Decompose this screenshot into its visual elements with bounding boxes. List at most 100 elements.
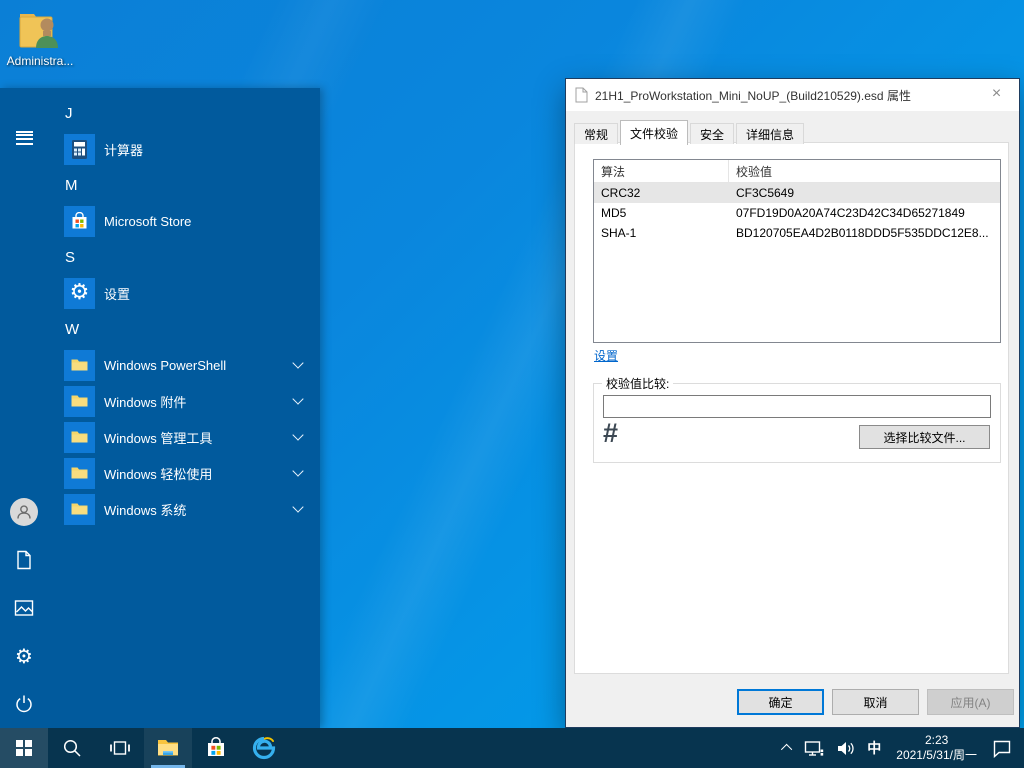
chevron-down-icon[interactable] bbox=[292, 465, 303, 476]
gear-tile-icon: ⚙ bbox=[64, 278, 95, 309]
windows-logo-icon bbox=[16, 740, 32, 756]
store-tile-icon bbox=[64, 206, 95, 237]
ok-button[interactable]: 确定 bbox=[737, 689, 824, 715]
section-letter-S[interactable]: S bbox=[48, 239, 320, 275]
store-taskbar-button[interactable] bbox=[192, 728, 240, 768]
start-item-windows-admin-tools[interactable]: Windows 管理工具 bbox=[48, 419, 320, 455]
apply-button[interactable]: 应用(A) bbox=[927, 689, 1014, 715]
taskbar-search-button[interactable] bbox=[48, 728, 96, 768]
taskbar: 中 2:23 2021/5/31/周一 bbox=[0, 728, 1024, 768]
tab-general[interactable]: 常规 bbox=[574, 123, 618, 144]
start-item-label: Windows PowerShell bbox=[104, 358, 226, 373]
system-tray: 中 2:23 2021/5/31/周一 bbox=[778, 728, 1024, 768]
user-account-button[interactable] bbox=[0, 488, 48, 536]
start-item-label: Windows 系统 bbox=[104, 500, 186, 519]
table-row-crc32[interactable]: CRC32 CF3C5649 bbox=[594, 183, 1000, 203]
start-item-label: 设置 bbox=[104, 284, 130, 303]
chevron-up-icon bbox=[781, 744, 792, 755]
internet-explorer-icon bbox=[251, 735, 277, 761]
start-item-label: 计算器 bbox=[104, 140, 143, 159]
user-folder-icon bbox=[4, 8, 76, 52]
table-row-md5[interactable]: MD5 07FD19D0A20A74C23D42C34D65271849 bbox=[594, 203, 1000, 223]
calculator-tile-icon bbox=[64, 134, 95, 165]
compare-value-input[interactable] bbox=[603, 395, 991, 418]
tab-details[interactable]: 详细信息 bbox=[736, 123, 804, 144]
start-item-label: Windows 附件 bbox=[104, 392, 186, 411]
start-menu-rail: ⚙ bbox=[0, 88, 48, 728]
store-bag-icon bbox=[205, 737, 227, 759]
file-explorer-icon bbox=[156, 738, 180, 758]
dialog-titlebar[interactable]: 21H1_ProWorkstation_Mini_NoUP_(Build2105… bbox=[566, 79, 1019, 111]
checksum-tab-page: 算法 校验值 CRC32 CF3C5649 MD5 07FD19D0A20A74… bbox=[574, 142, 1009, 674]
chevron-down-icon[interactable] bbox=[292, 393, 303, 404]
documents-button[interactable] bbox=[0, 536, 48, 584]
tray-show-hidden-icons[interactable] bbox=[778, 728, 798, 768]
start-item-label: Windows 轻松使用 bbox=[104, 464, 212, 483]
network-icon bbox=[804, 740, 824, 757]
power-icon bbox=[14, 694, 34, 714]
start-item-microsoft-store[interactable]: Microsoft Store bbox=[48, 203, 320, 239]
section-letter-W[interactable]: W bbox=[48, 311, 320, 347]
section-letter-J[interactable]: J bbox=[48, 95, 320, 131]
clock-date: 2021/5/31/周一 bbox=[896, 748, 977, 763]
file-explorer-button[interactable] bbox=[144, 728, 192, 768]
close-icon[interactable]: × bbox=[974, 79, 1019, 109]
file-document-icon bbox=[575, 87, 588, 103]
folder-tile-icon bbox=[64, 350, 95, 381]
task-view-button[interactable] bbox=[96, 728, 144, 768]
speaker-icon bbox=[836, 740, 855, 757]
desktop-icon-label: Administra... bbox=[4, 54, 76, 68]
search-icon bbox=[62, 738, 82, 758]
chevron-down-icon[interactable] bbox=[292, 501, 303, 512]
dialog-tabs: 常规 文件校验 安全 详细信息 bbox=[574, 120, 806, 144]
gear-icon: ⚙ bbox=[15, 646, 33, 666]
power-button[interactable] bbox=[0, 680, 48, 728]
start-item-label: Microsoft Store bbox=[104, 214, 191, 229]
checksum-table[interactable]: 算法 校验值 CRC32 CF3C5649 MD5 07FD19D0A20A74… bbox=[593, 159, 1001, 343]
document-icon bbox=[15, 550, 33, 570]
section-letter-M[interactable]: M bbox=[48, 167, 320, 203]
avatar-icon bbox=[10, 498, 38, 526]
start-item-windows-powershell[interactable]: Windows PowerShell bbox=[48, 347, 320, 383]
taskbar-clock[interactable]: 2:23 2021/5/31/周一 bbox=[887, 728, 986, 768]
dialog-title: 21H1_ProWorkstation_Mini_NoUP_(Build2105… bbox=[595, 87, 911, 104]
settings-link[interactable]: 设置 bbox=[594, 347, 618, 364]
settings-button[interactable]: ⚙ bbox=[0, 632, 48, 680]
tray-network[interactable] bbox=[798, 728, 830, 768]
folder-tile-icon bbox=[64, 458, 95, 489]
action-center-button[interactable] bbox=[986, 728, 1018, 768]
start-item-windows-ease-of-access[interactable]: Windows 轻松使用 bbox=[48, 455, 320, 491]
column-header-value[interactable]: 校验值 bbox=[729, 160, 1000, 182]
file-properties-dialog: 21H1_ProWorkstation_Mini_NoUP_(Build2105… bbox=[565, 78, 1020, 728]
tab-file-checksum[interactable]: 文件校验 bbox=[620, 120, 688, 145]
hamburger-menu-icon[interactable] bbox=[0, 108, 48, 156]
column-header-algorithm[interactable]: 算法 bbox=[594, 160, 729, 182]
desktop-icon-administrator-folder[interactable]: Administra... bbox=[4, 8, 76, 68]
ime-language-indicator[interactable]: 中 bbox=[861, 728, 887, 768]
folder-tile-icon bbox=[64, 494, 95, 525]
table-row-sha1[interactable]: SHA-1 BD120705EA4D2B0118DDD5F535DDC12E8.… bbox=[594, 223, 1000, 243]
start-button[interactable] bbox=[0, 728, 48, 768]
folder-tile-icon bbox=[64, 422, 95, 453]
action-center-icon bbox=[992, 739, 1012, 758]
checksum-compare-group: 校验值比较: # 选择比较文件... bbox=[593, 383, 1001, 463]
compare-group-label: 校验值比较: bbox=[602, 375, 673, 392]
chevron-down-icon[interactable] bbox=[292, 429, 303, 440]
tray-volume[interactable] bbox=[830, 728, 861, 768]
chevron-down-icon[interactable] bbox=[292, 357, 303, 368]
pictures-icon bbox=[14, 599, 34, 617]
start-item-settings[interactable]: ⚙ 设置 bbox=[48, 275, 320, 311]
dialog-footer-buttons: 确定 取消 应用(A) bbox=[737, 689, 1014, 715]
choose-compare-file-button[interactable]: 选择比较文件... bbox=[859, 425, 990, 449]
start-item-windows-system[interactable]: Windows 系统 bbox=[48, 491, 320, 527]
folder-tile-icon bbox=[64, 386, 95, 417]
start-item-calculator[interactable]: 计算器 bbox=[48, 131, 320, 167]
cancel-button[interactable]: 取消 bbox=[832, 689, 919, 715]
pictures-button[interactable] bbox=[0, 584, 48, 632]
start-item-windows-accessories[interactable]: Windows 附件 bbox=[48, 383, 320, 419]
start-menu: ⚙ J 计算器 bbox=[0, 88, 320, 728]
task-view-icon bbox=[110, 739, 130, 757]
checksum-table-header: 算法 校验值 bbox=[594, 160, 1000, 183]
tab-security[interactable]: 安全 bbox=[690, 123, 734, 144]
internet-explorer-button[interactable] bbox=[240, 728, 288, 768]
